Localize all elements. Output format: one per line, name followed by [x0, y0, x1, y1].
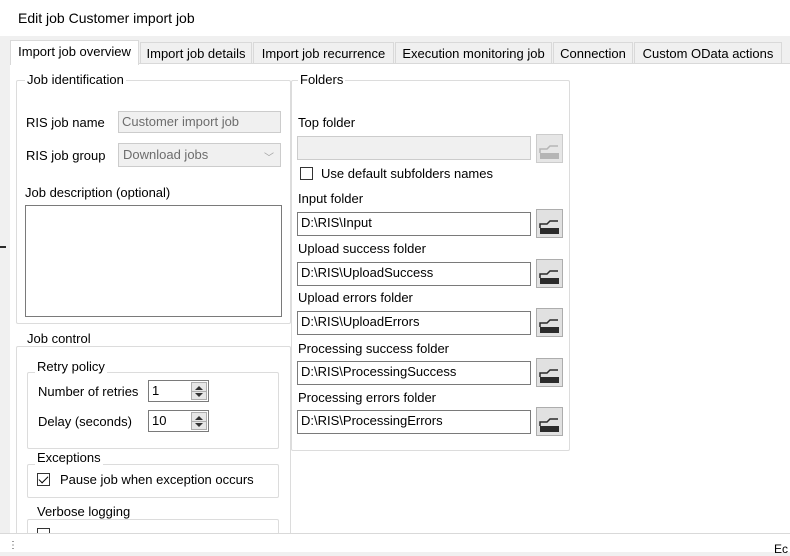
- number-of-retries-stepper[interactable]: 1: [148, 380, 209, 402]
- folder-browse-icon: [539, 369, 559, 383]
- spin-down-icon[interactable]: [195, 393, 203, 397]
- delay-seconds-spin-buttons[interactable]: [191, 412, 207, 430]
- upload-errors-folder-field[interactable]: D:\RIS\UploadErrors: [297, 311, 531, 335]
- spin-up-icon[interactable]: [195, 416, 203, 420]
- number-of-retries-spin-buttons[interactable]: [191, 382, 207, 400]
- retry-policy-title: Retry policy: [35, 359, 107, 374]
- spin-up-icon[interactable]: [195, 386, 203, 390]
- processing-errors-folder-field[interactable]: D:\RIS\ProcessingErrors: [297, 410, 531, 434]
- job-description-textarea[interactable]: [25, 205, 282, 317]
- use-default-subfolders-checkbox[interactable]: [300, 167, 313, 180]
- ris-job-name-field[interactable]: Customer import job: [118, 111, 281, 133]
- spin-down-icon[interactable]: [195, 423, 203, 427]
- folder-browse-icon: [539, 418, 559, 432]
- ris-job-group-value: Download jobs: [123, 147, 209, 162]
- top-folder-field[interactable]: [297, 136, 531, 160]
- spin-divider: [192, 421, 206, 422]
- use-default-subfolders-label: Use default subfolders names: [321, 166, 493, 181]
- processing-errors-folder-label: Processing errors folder: [298, 390, 436, 405]
- folder-browse-icon: [539, 319, 559, 333]
- window-title: Edit job Customer import job: [18, 10, 195, 26]
- background-window-mark: [0, 246, 6, 248]
- top-folder-browse-button[interactable]: [536, 134, 563, 163]
- status-bar: ⋮ Ec: [0, 533, 790, 556]
- job-control-title: Job control: [25, 331, 93, 346]
- status-text-fragment: Ec: [773, 542, 788, 556]
- processing-errors-browse-button[interactable]: [536, 407, 563, 436]
- verbose-logging-title: Verbose logging: [35, 504, 133, 519]
- upload-errors-browse-button[interactable]: [536, 308, 563, 337]
- job-identification-title: Job identification: [25, 72, 126, 87]
- upload-success-browse-button[interactable]: [536, 259, 563, 288]
- input-folder-browse-button[interactable]: [536, 209, 563, 238]
- ris-job-name-label: RIS job name: [26, 115, 105, 130]
- ris-job-group-select[interactable]: Download jobs ﹀: [118, 143, 281, 167]
- input-folder-field[interactable]: D:\RIS\Input: [297, 212, 531, 236]
- upload-success-folder-label: Upload success folder: [298, 241, 426, 256]
- input-folder-label: Input folder: [298, 191, 364, 206]
- delay-seconds-label: Delay (seconds): [38, 414, 132, 429]
- ris-job-group-label: RIS job group: [26, 148, 106, 163]
- processing-success-browse-button[interactable]: [536, 358, 563, 387]
- tab-import-job-details[interactable]: Import job details: [140, 42, 252, 64]
- pause-job-checkbox[interactable]: [37, 473, 50, 486]
- number-of-retries-value: 1: [152, 383, 160, 398]
- pause-job-label: Pause job when exception occurs: [60, 472, 254, 487]
- tab-custom-odata-actions[interactable]: Custom OData actions: [634, 42, 782, 64]
- delay-seconds-value: 10: [152, 413, 167, 428]
- job-description-label: Job description (optional): [25, 185, 171, 200]
- tab-import-job-recurrence[interactable]: Import job recurrence: [253, 42, 394, 64]
- background-window-edge: [0, 0, 6, 551]
- tab-connection[interactable]: Connection: [553, 42, 633, 64]
- tab-execution-monitoring-job[interactable]: Execution monitoring job: [395, 42, 552, 64]
- processing-success-folder-field[interactable]: D:\RIS\ProcessingSuccess: [297, 361, 531, 385]
- verbose-logging-group: [27, 519, 279, 534]
- exceptions-title: Exceptions: [35, 450, 103, 465]
- upload-success-folder-field[interactable]: D:\RIS\UploadSuccess: [297, 262, 531, 286]
- spin-divider: [192, 391, 206, 392]
- tab-page-import-job-overview: Job identification RIS job name Customer…: [10, 63, 790, 534]
- resize-grip-icon[interactable]: ⋮: [8, 540, 18, 551]
- folder-browse-icon: [539, 145, 559, 159]
- chevron-down-icon: ﹀: [264, 153, 274, 164]
- folder-browse-icon: [539, 220, 559, 234]
- title-bar: Edit job Customer import job: [0, 0, 790, 36]
- processing-success-folder-label: Processing success folder: [298, 341, 450, 356]
- top-folder-label: Top folder: [298, 115, 356, 130]
- delay-seconds-stepper[interactable]: 10: [148, 410, 209, 432]
- folder-browse-icon: [539, 270, 559, 284]
- upload-errors-folder-label: Upload errors folder: [298, 290, 413, 305]
- folders-title: Folders: [298, 72, 346, 87]
- number-of-retries-label: Number of retries: [38, 384, 139, 399]
- tab-import-job-overview[interactable]: Import job overview: [10, 40, 139, 65]
